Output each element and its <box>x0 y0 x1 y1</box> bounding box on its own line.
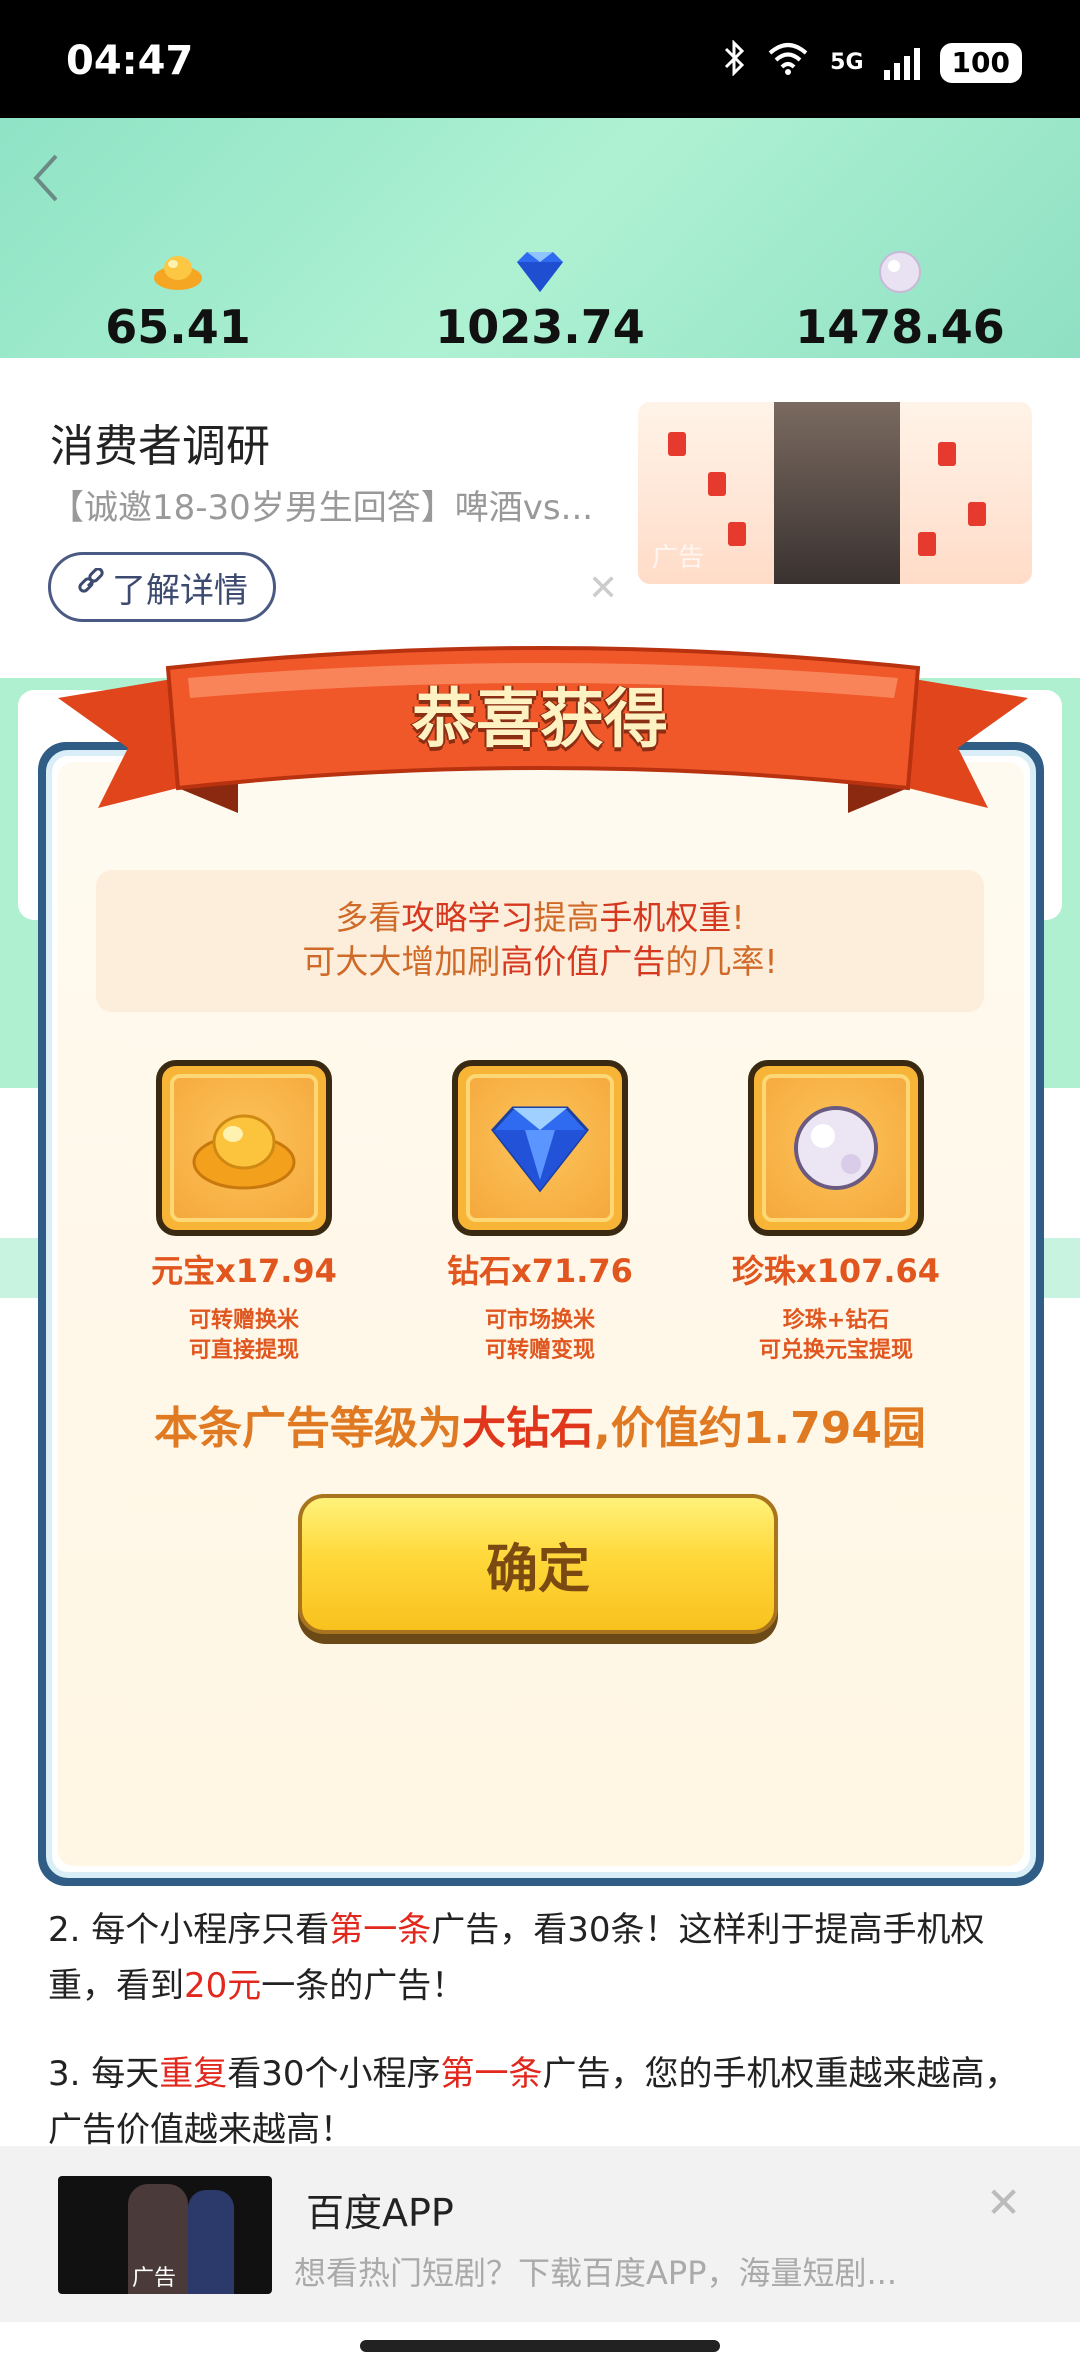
tip-item-2: 2. 每个小程序只看第一条广告，看30条！这样利于提高手机权重，看到20元一条的… <box>48 1910 985 2006</box>
gold-ingot-icon <box>170 1074 318 1222</box>
reward-gold-desc: 可转赠换米 可直接提现 <box>188 1308 299 1363</box>
ad-description: 【诚邀18-30岁男生回答】啤酒vs... <box>50 488 594 528</box>
ad-photo <box>774 402 900 584</box>
balance-diamond: 1023.74 <box>390 248 690 354</box>
pearl-icon <box>762 1074 910 1222</box>
bottom-ad-description: 想看热门短剧？下载百度APP，海量短剧... <box>294 2254 898 2292</box>
balance-gold-value: 65.41 <box>105 300 251 354</box>
gold-ingot-icon <box>151 248 205 294</box>
reward-pearl-desc: 珍珠+钻石 可兑换元宝提现 <box>758 1308 913 1363</box>
ad-image-tag: 广告 <box>652 543 705 573</box>
bottom-ad-title: 百度APP <box>306 2191 454 2235</box>
header: 65.41 1023.74 1478.46 <box>0 118 1080 358</box>
tip-item-3: 3. 每天重复看30个小程序第一条广告，您的手机权重越来越高，广告价值越来越高！ <box>48 2054 1019 2150</box>
diamond-icon <box>466 1074 614 1222</box>
reward-diamond: 钻石x71.76 可市场换米 可转赠变现 <box>430 1060 650 1366</box>
ad-detail-button[interactable]: 了解详情 <box>48 552 276 622</box>
balance-pearl: 1478.46 <box>750 248 1050 354</box>
ad-detail-label: 了解详情 <box>112 570 248 611</box>
modal-title: 恭喜获得 <box>412 683 668 757</box>
battery-icon: 100 <box>939 42 1022 83</box>
bottom-ad-tag: 广告 <box>132 2266 177 2291</box>
tip-line-2: 可大大增加刷高价值广告的几率! <box>302 942 778 981</box>
bluetooth-icon <box>722 39 746 85</box>
wifi-icon <box>766 41 810 84</box>
bottom-ad-thumbnail: 广告 <box>58 2176 272 2294</box>
ad-title: 消费者调研 <box>50 421 270 472</box>
ad-level-text: 本条广告等级为大钻石,价值约1.794园 <box>154 1403 926 1454</box>
reward-gold-label: 元宝x17.94 <box>151 1252 337 1290</box>
tip-line-1: 多看攻略学习提高手机权重! <box>335 898 745 937</box>
pearl-icon <box>873 248 927 294</box>
ad-card[interactable]: 消费者调研 【诚邀18-30岁男生回答】啤酒vs... 了解详情 ✕ 广告 <box>0 358 1080 678</box>
link-icon <box>76 567 106 607</box>
bottom-ad-close-icon[interactable]: ✕ <box>986 2178 1021 2227</box>
confirm-button-label: 确定 <box>298 1494 778 1634</box>
modal-tip-box: 多看攻略学习提高手机权重! 可大大增加刷高价值广告的几率! <box>96 870 984 1012</box>
diamond-icon <box>513 248 567 294</box>
status-bar: 04:47 5G 100 <box>0 0 1080 118</box>
network-type: 5G <box>830 49 864 75</box>
reward-diamond-label: 钻石x71.76 <box>447 1252 633 1290</box>
ad-close-icon[interactable]: ✕ <box>588 568 618 609</box>
signal-icon <box>883 46 920 80</box>
ad-image[interactable]: 广告 <box>638 402 1032 584</box>
reward-diamond-desc: 可市场换米 可转赠变现 <box>484 1308 595 1363</box>
bottom-ad-banner[interactable]: 广告 百度APP 想看热门短剧？下载百度APP，海量短剧... ✕ <box>0 2146 1080 2322</box>
status-icons: 5G 100 <box>722 39 1022 85</box>
status-time: 04:47 <box>66 38 194 84</box>
balance-pearl-value: 1478.46 <box>795 300 1005 354</box>
home-indicator[interactable] <box>360 2340 720 2352</box>
reward-gold: 元宝x17.94 可转赠换米 可直接提现 <box>134 1060 354 1366</box>
balance-diamond-value: 1023.74 <box>435 300 645 354</box>
back-icon[interactable] <box>22 148 72 208</box>
reward-pearl-label: 珍珠x107.64 <box>731 1252 941 1290</box>
confirm-button[interactable]: 确定 <box>298 1494 778 1644</box>
reward-pearl: 珍珠x107.64 珍珠+钻石 可兑换元宝提现 <box>726 1060 946 1366</box>
balance-gold: 65.41 <box>28 248 328 354</box>
